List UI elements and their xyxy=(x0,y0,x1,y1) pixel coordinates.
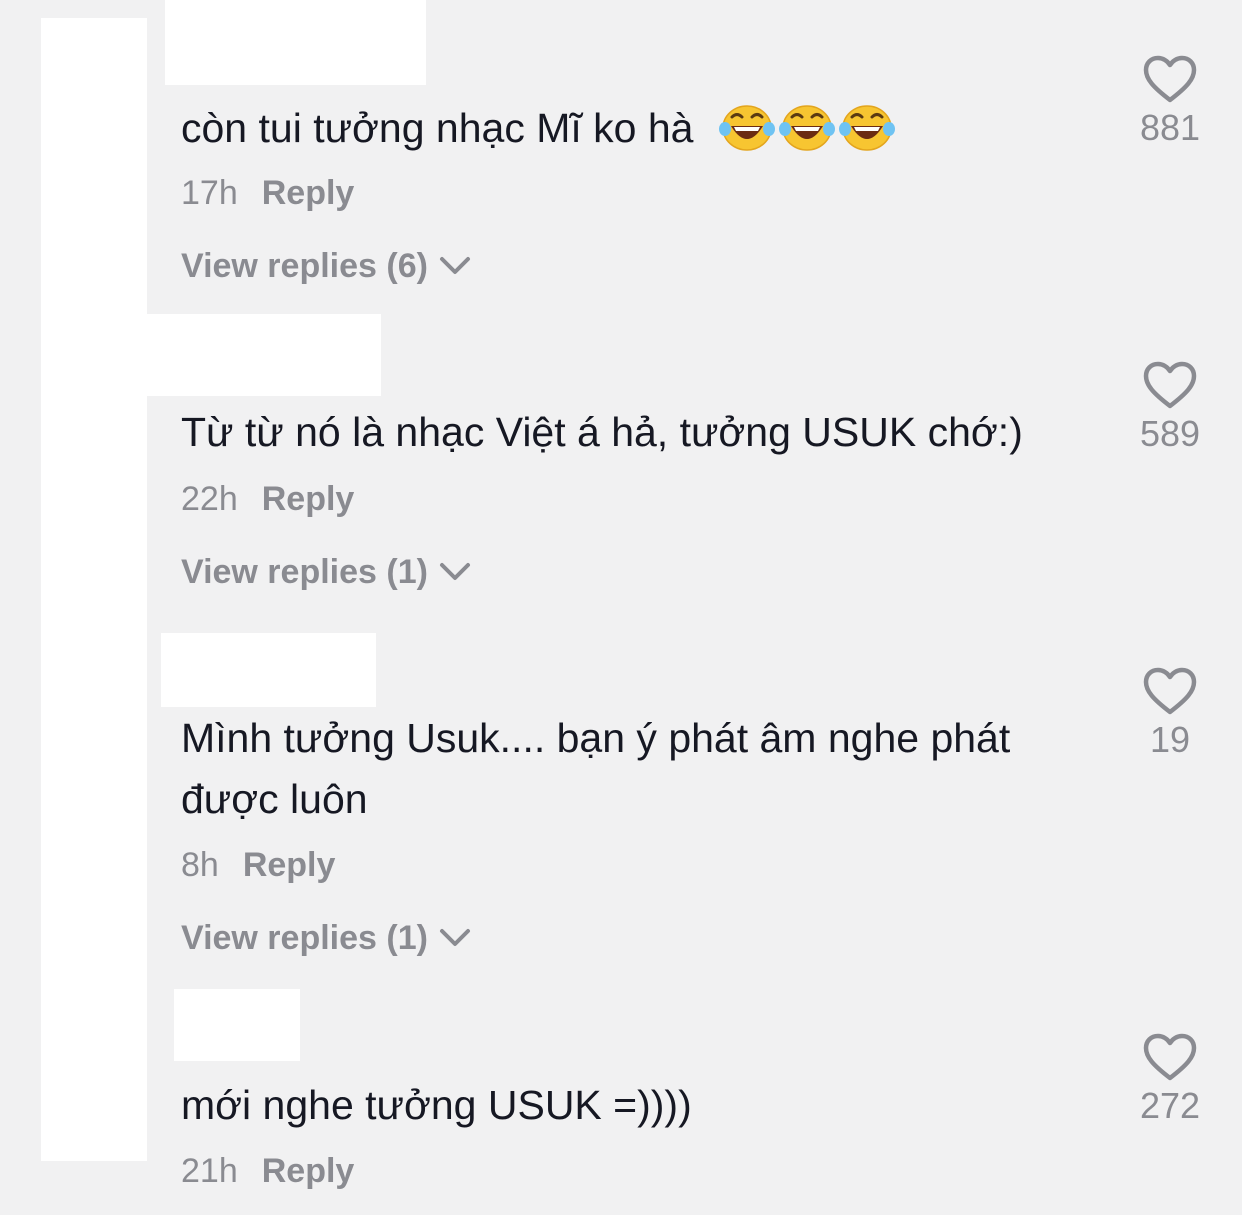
like-button[interactable]: 881 xyxy=(1110,55,1230,149)
like-button[interactable]: 272 xyxy=(1110,1033,1230,1127)
reply-button[interactable]: Reply xyxy=(262,480,355,518)
face-with-tears-of-joy-icon xyxy=(839,100,895,152)
comment-3-body: Mình tưởng Usuk.... bạn ý phát âm nghe p… xyxy=(181,715,1011,822)
comment-2-body: Từ từ nó là nhạc Việt á hả, tưởng USUK c… xyxy=(181,409,1023,455)
redacted-username-4 xyxy=(174,989,300,1061)
view-replies-label: View replies (1) xyxy=(181,919,428,957)
comment-meta-1: 17h Reply xyxy=(181,173,354,213)
redacted-username-1 xyxy=(165,0,426,85)
like-button[interactable]: 589 xyxy=(1110,361,1230,455)
comment-time: 21h xyxy=(181,1152,238,1190)
comment-text-1: còn tui tưởng nhạc Mĩ ko hà xyxy=(181,98,1081,159)
heart-outline-icon xyxy=(1143,1033,1197,1083)
like-count: 881 xyxy=(1139,107,1201,148)
comment-text-2: Từ từ nó là nhạc Việt á hả, tưởng USUK c… xyxy=(181,402,1081,463)
comment-meta-4: 21h Reply xyxy=(181,1151,354,1191)
redacted-username-3 xyxy=(161,633,376,707)
face-with-tears-of-joy-icon xyxy=(779,100,835,152)
comment-time: 22h xyxy=(181,480,238,518)
comment-text-4: mới nghe tưởng USUK =)))) xyxy=(181,1075,1081,1136)
comment-time: 17h xyxy=(181,174,238,212)
comment-meta-2: 22h Reply xyxy=(181,479,354,519)
face-with-tears-of-joy-icon xyxy=(719,100,775,152)
comment-meta-3: 8h Reply xyxy=(181,845,335,885)
heart-outline-icon xyxy=(1143,667,1197,717)
reply-button[interactable]: Reply xyxy=(243,846,336,884)
reply-button[interactable]: Reply xyxy=(262,1152,355,1190)
like-count: 19 xyxy=(1149,719,1191,760)
reply-button[interactable]: Reply xyxy=(262,174,355,212)
comment-4-body: mới nghe tưởng USUK =)))) xyxy=(181,1082,692,1128)
view-replies-label: View replies (1) xyxy=(181,553,428,591)
like-button[interactable]: 19 xyxy=(1110,667,1230,761)
comment-text-3: Mình tưởng Usuk.... bạn ý phát âm nghe p… xyxy=(181,708,1071,830)
heart-outline-icon xyxy=(1143,55,1197,105)
redacted-avatar-column xyxy=(41,18,147,1161)
chevron-down-icon xyxy=(438,926,472,950)
comment-time: 8h xyxy=(181,846,219,884)
view-replies-button[interactable]: View replies (6) xyxy=(181,246,472,286)
chevron-down-icon xyxy=(438,254,472,278)
like-count: 272 xyxy=(1139,1085,1201,1126)
like-count: 589 xyxy=(1139,413,1201,454)
heart-outline-icon xyxy=(1143,361,1197,411)
chevron-down-icon xyxy=(438,560,472,584)
view-replies-button[interactable]: View replies (1) xyxy=(181,552,472,592)
view-replies-label: View replies (6) xyxy=(181,247,428,285)
view-replies-button[interactable]: View replies (1) xyxy=(181,918,472,958)
comment-1-body: còn tui tưởng nhạc Mĩ ko hà xyxy=(181,105,694,151)
redacted-username-2 xyxy=(147,314,381,396)
